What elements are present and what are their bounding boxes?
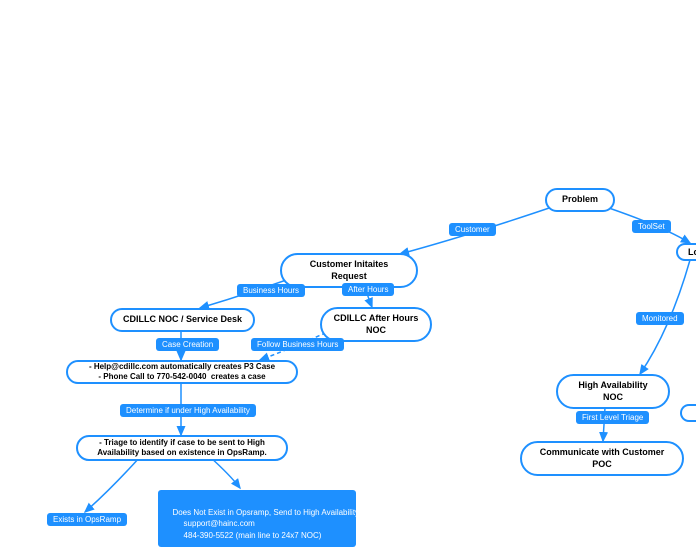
label: Communicate with Customer POC	[532, 447, 672, 470]
label: High Availability NOC	[568, 380, 658, 403]
label: Problem	[562, 194, 598, 206]
edge-first-triage: First Level Triage	[576, 411, 649, 424]
label: CDILLC After Hours NOC	[332, 313, 420, 336]
node-noc-sd[interactable]: CDILLC NOC / Service Desk	[110, 308, 255, 332]
edge-follow-bh: Follow Business Hours	[251, 338, 344, 351]
node-comm-poc[interactable]: Communicate with Customer POC	[520, 441, 684, 476]
node-triage[interactable]: - Triage to identify if case to be sent …	[76, 435, 288, 461]
label: - Triage to identify if case to be sent …	[97, 438, 267, 459]
node-problem[interactable]: Problem	[545, 188, 615, 212]
edge-monitored: Monitored	[636, 312, 684, 325]
label: - Help@cdillc.com automatically creates …	[89, 362, 275, 383]
edge-case-creation: Case Creation	[156, 338, 219, 351]
edge-business-hours: Business Hours	[237, 284, 305, 297]
label: CDILLC NOC / Service Desk	[123, 314, 242, 326]
edge-determine: Determine if under High Availability	[120, 404, 256, 417]
node-ha-noc[interactable]: High Availability NOC	[556, 374, 670, 409]
node-partial-right[interactable]	[680, 404, 696, 422]
node-logic-partial[interactable]: Logic	[676, 243, 696, 261]
label: Logic	[688, 247, 696, 257]
node-case-block[interactable]: - Help@cdillc.com automatically creates …	[66, 360, 298, 384]
edge-toolset: ToolSet	[632, 220, 671, 233]
edge-after-hours: After Hours	[342, 283, 394, 296]
edge-customer: Customer	[449, 223, 496, 236]
label: Customer Initaites Request	[292, 259, 406, 282]
edge-send-ha: Does Not Exist in Opsramp, Send to High …	[158, 490, 356, 547]
